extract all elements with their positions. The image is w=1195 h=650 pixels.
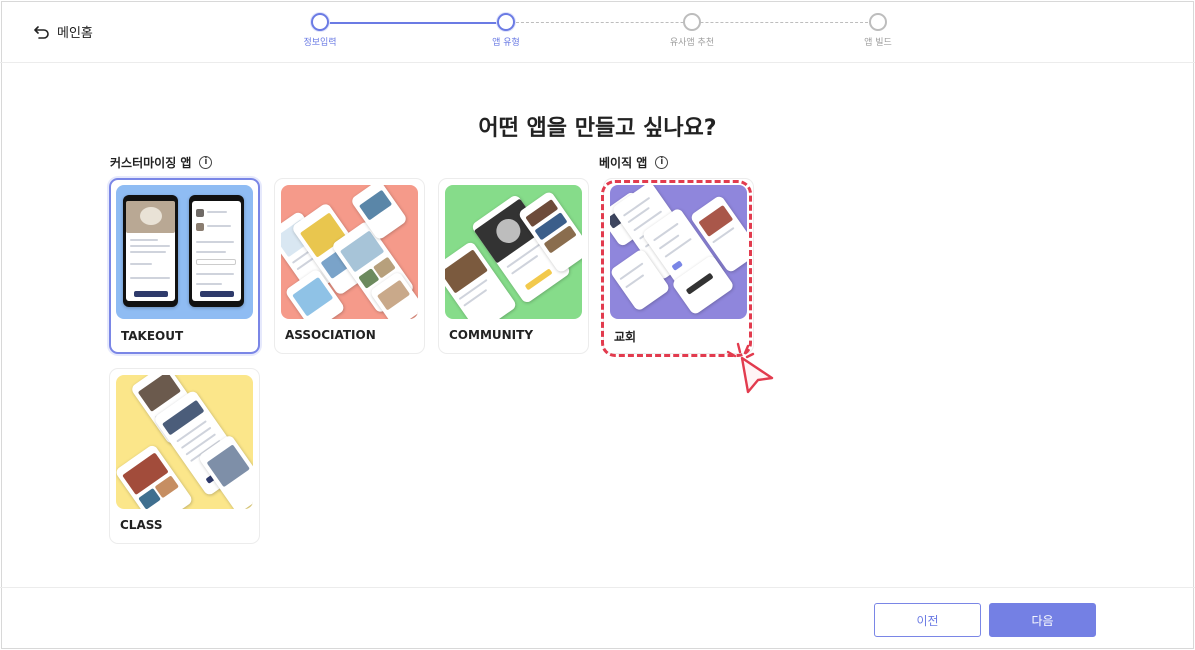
step-similar-app: 유사앱 추천 (647, 12, 737, 48)
next-button[interactable]: 다음 (989, 603, 1096, 637)
step-label: 유사앱 추천 (669, 38, 715, 48)
card-label: 교회 (614, 330, 637, 344)
step-dot (497, 13, 515, 31)
step-dot (869, 13, 887, 31)
section-custom-text: 커스터마이징 앱 (110, 156, 192, 170)
section-custom-label: 커스터마이징 앱 i (110, 154, 213, 171)
info-circle-icon[interactable]: i (655, 156, 669, 169)
info-circle-icon[interactable]: i (199, 156, 213, 169)
step-label: 앱 유형 (492, 38, 520, 48)
step-info-input: 정보입력 (275, 12, 365, 48)
progress-stepper: 정보입력 앱 유형 유사앱 추천 앱 빌드 (300, 12, 920, 52)
card-label: CLASS (120, 518, 163, 532)
home-back-link[interactable]: 메인홈 (34, 22, 93, 41)
section-basic-text: 베이직 앱 (599, 156, 648, 170)
association-thumbnail (281, 185, 418, 319)
app-card-church[interactable]: 교회 (603, 178, 754, 354)
church-thumbnail (610, 185, 747, 319)
card-label: ASSOCIATION (285, 328, 376, 342)
step-app-build: 앱 빌드 (833, 12, 923, 48)
class-thumbnail (116, 375, 253, 509)
click-cursor-icon (726, 342, 774, 394)
step-dot (311, 13, 329, 31)
page-title: 어떤 앱을 만들고 싶나요? (478, 116, 717, 141)
section-basic-label: 베이직 앱 i (599, 154, 669, 171)
phone-mockup (123, 195, 178, 307)
phone-mockup (189, 195, 244, 307)
card-label: COMMUNITY (449, 328, 534, 342)
app-card-community[interactable]: COMMUNITY (438, 178, 589, 354)
app-card-takeout[interactable]: TAKEOUT (109, 178, 260, 354)
community-thumbnail (445, 185, 582, 319)
app-card-class[interactable]: CLASS (109, 368, 260, 544)
step-label: 정보입력 (303, 38, 337, 48)
back-arrow-icon (34, 25, 49, 39)
step-app-type: 앱 유형 (461, 12, 551, 48)
card-label: TAKEOUT (121, 329, 184, 343)
home-label: 메인홈 (57, 26, 93, 41)
step-dot (683, 13, 701, 31)
app-card-association[interactable]: ASSOCIATION (274, 178, 425, 354)
step-label: 앱 빌드 (864, 38, 892, 48)
previous-button[interactable]: 이전 (874, 603, 981, 637)
top-header: 메인홈 정보입력 앱 유형 유사앱 추천 앱 빌드 (0, 0, 1195, 63)
takeout-thumbnail (116, 185, 253, 319)
